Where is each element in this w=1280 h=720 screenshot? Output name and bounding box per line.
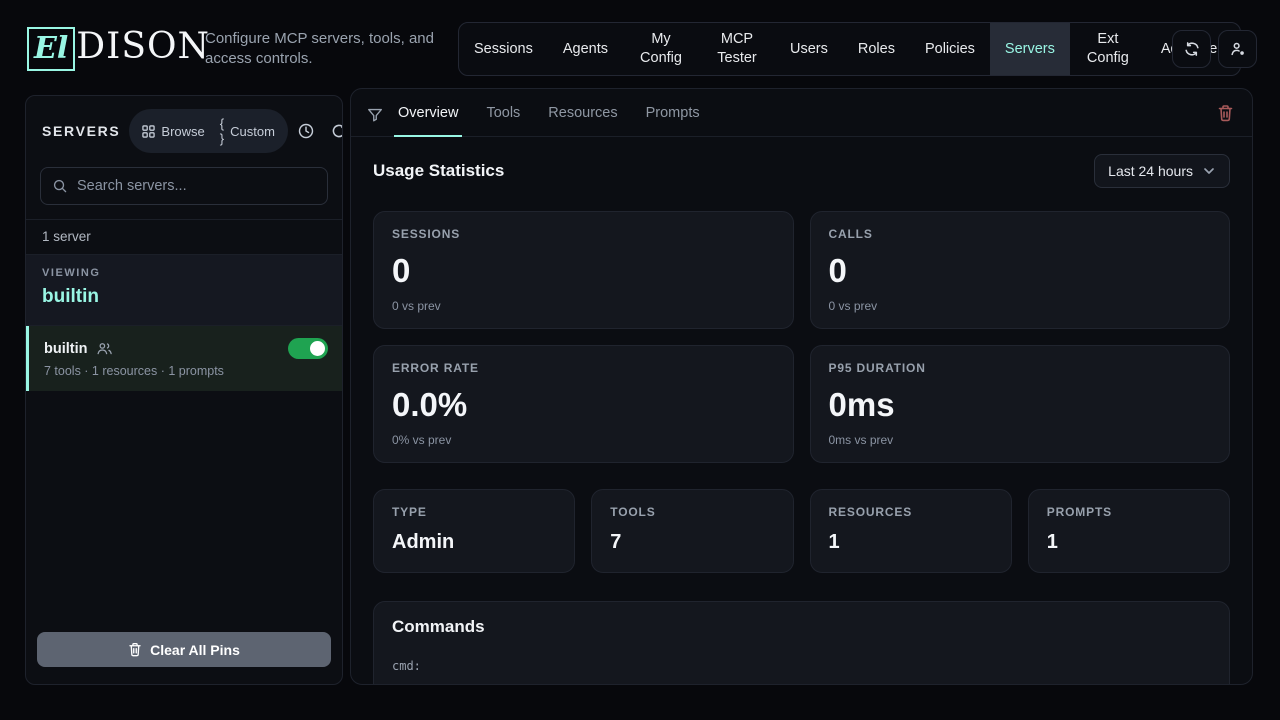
stat-label: CALLS bbox=[829, 227, 1212, 241]
server-count: 1 server bbox=[26, 219, 342, 255]
server-mode-toggle: Browse { } Custom bbox=[129, 109, 288, 153]
browse-mode-option[interactable]: Browse bbox=[142, 124, 204, 139]
stat-value: 0.0% bbox=[392, 388, 775, 421]
info-label: PROMPTS bbox=[1047, 505, 1211, 519]
sidebar-title: SERVERS bbox=[42, 123, 120, 139]
info-card-type: TYPE Admin bbox=[373, 489, 575, 573]
viewing-value: builtin bbox=[42, 286, 326, 308]
brand-logo-text: DISON bbox=[76, 26, 210, 67]
info-card-tools: TOOLS 7 bbox=[591, 489, 793, 573]
info-value: 7 bbox=[610, 531, 774, 554]
custom-mode-option[interactable]: { } Custom bbox=[220, 116, 275, 146]
braces-icon: { } bbox=[220, 116, 224, 146]
stat-delta: 0 vs prev bbox=[829, 299, 1212, 313]
commands-card: Commands cmd: bbox=[373, 601, 1230, 685]
nav-item-mcp-tester[interactable]: MCP Tester bbox=[699, 23, 775, 75]
search-icon bbox=[52, 178, 68, 194]
toggle-knob bbox=[310, 341, 325, 356]
tab-resources[interactable]: Resources bbox=[534, 89, 631, 136]
history-clock-icon[interactable] bbox=[297, 122, 315, 140]
stat-value: 0 bbox=[392, 254, 775, 287]
delete-server-button[interactable] bbox=[1211, 98, 1240, 128]
nav-item-servers[interactable]: Servers bbox=[990, 23, 1070, 75]
trash-icon bbox=[128, 642, 142, 657]
user-settings-icon bbox=[1229, 40, 1247, 58]
tab-overview[interactable]: Overview bbox=[384, 89, 472, 136]
detail-tabbar: Overview Tools Resources Prompts bbox=[351, 89, 1252, 137]
reload-servers-icon[interactable] bbox=[330, 122, 343, 140]
info-value: Admin bbox=[392, 531, 556, 554]
server-name: builtin bbox=[44, 341, 88, 357]
stat-card-p95-duration: P95 DURATION 0ms 0ms vs prev bbox=[810, 345, 1231, 463]
nav-item-users[interactable]: Users bbox=[775, 23, 843, 75]
viewing-panel: VIEWING builtin bbox=[26, 255, 342, 326]
filter-funnel-icon[interactable] bbox=[366, 106, 384, 124]
refresh-button[interactable] bbox=[1172, 30, 1211, 68]
chevron-down-icon bbox=[1202, 164, 1216, 178]
server-list-item-builtin[interactable]: builtin 7 tools · 1 resources · 1 prompt… bbox=[26, 326, 342, 391]
nav-item-roles[interactable]: Roles bbox=[843, 23, 910, 75]
tab-tools[interactable]: Tools bbox=[472, 89, 534, 136]
refresh-icon bbox=[1183, 40, 1201, 58]
info-label: TYPE bbox=[392, 505, 556, 519]
stat-label: P95 DURATION bbox=[829, 361, 1212, 375]
usage-statistics-title: Usage Statistics bbox=[373, 161, 504, 181]
info-value: 1 bbox=[1047, 531, 1211, 554]
server-detail-panel: Overview Tools Resources Prompts Usage S… bbox=[350, 88, 1253, 685]
server-enabled-toggle[interactable] bbox=[288, 338, 328, 359]
nav-item-ext-config[interactable]: Ext Config bbox=[1070, 23, 1146, 75]
nav-item-agents[interactable]: Agents bbox=[548, 23, 623, 75]
info-card-resources: RESOURCES 1 bbox=[810, 489, 1012, 573]
stat-delta: 0% vs prev bbox=[392, 433, 775, 447]
stat-card-error-rate: ERROR RATE 0.0% 0% vs prev bbox=[373, 345, 794, 463]
stat-card-calls: CALLS 0 0 vs prev bbox=[810, 211, 1231, 329]
top-nav: Sessions Agents My Config MCP Tester Use… bbox=[458, 22, 1241, 76]
nav-item-sessions[interactable]: Sessions bbox=[459, 23, 548, 75]
app-tagline: Configure MCP servers, tools, and access… bbox=[205, 29, 435, 69]
clear-all-pins-button[interactable]: Clear All Pins bbox=[37, 632, 331, 667]
delete-trash-icon bbox=[1217, 104, 1234, 122]
server-meta: 7 tools · 1 resources · 1 prompts bbox=[44, 364, 328, 378]
search-input[interactable] bbox=[77, 178, 316, 194]
users-icon bbox=[96, 341, 113, 356]
servers-sidebar: SERVERS Browse { } Custom bbox=[25, 95, 343, 685]
time-range-select[interactable]: Last 24 hours bbox=[1094, 154, 1230, 188]
info-label: TOOLS bbox=[610, 505, 774, 519]
commands-cmd-label: cmd: bbox=[392, 659, 1211, 673]
info-card-prompts: PROMPTS 1 bbox=[1028, 489, 1230, 573]
brand-logo-monogram: El bbox=[27, 27, 75, 71]
info-label: RESOURCES bbox=[829, 505, 993, 519]
commands-title: Commands bbox=[392, 617, 1211, 637]
nav-item-policies[interactable]: Policies bbox=[910, 23, 990, 75]
stat-card-sessions: SESSIONS 0 0 vs prev bbox=[373, 211, 794, 329]
stat-delta: 0ms vs prev bbox=[829, 433, 1212, 447]
info-value: 1 bbox=[829, 531, 993, 554]
stat-label: ERROR RATE bbox=[392, 361, 775, 375]
user-settings-button[interactable] bbox=[1218, 30, 1257, 68]
nav-item-my-config[interactable]: My Config bbox=[623, 23, 699, 75]
server-search bbox=[40, 167, 328, 205]
stat-delta: 0 vs prev bbox=[392, 299, 775, 313]
tab-prompts[interactable]: Prompts bbox=[632, 89, 714, 136]
brand-logo: El DISON bbox=[27, 26, 210, 71]
viewing-label: VIEWING bbox=[42, 267, 326, 279]
stat-label: SESSIONS bbox=[392, 227, 775, 241]
stat-value: 0 bbox=[829, 254, 1212, 287]
grid-icon bbox=[142, 125, 155, 138]
stat-value: 0ms bbox=[829, 388, 1212, 421]
